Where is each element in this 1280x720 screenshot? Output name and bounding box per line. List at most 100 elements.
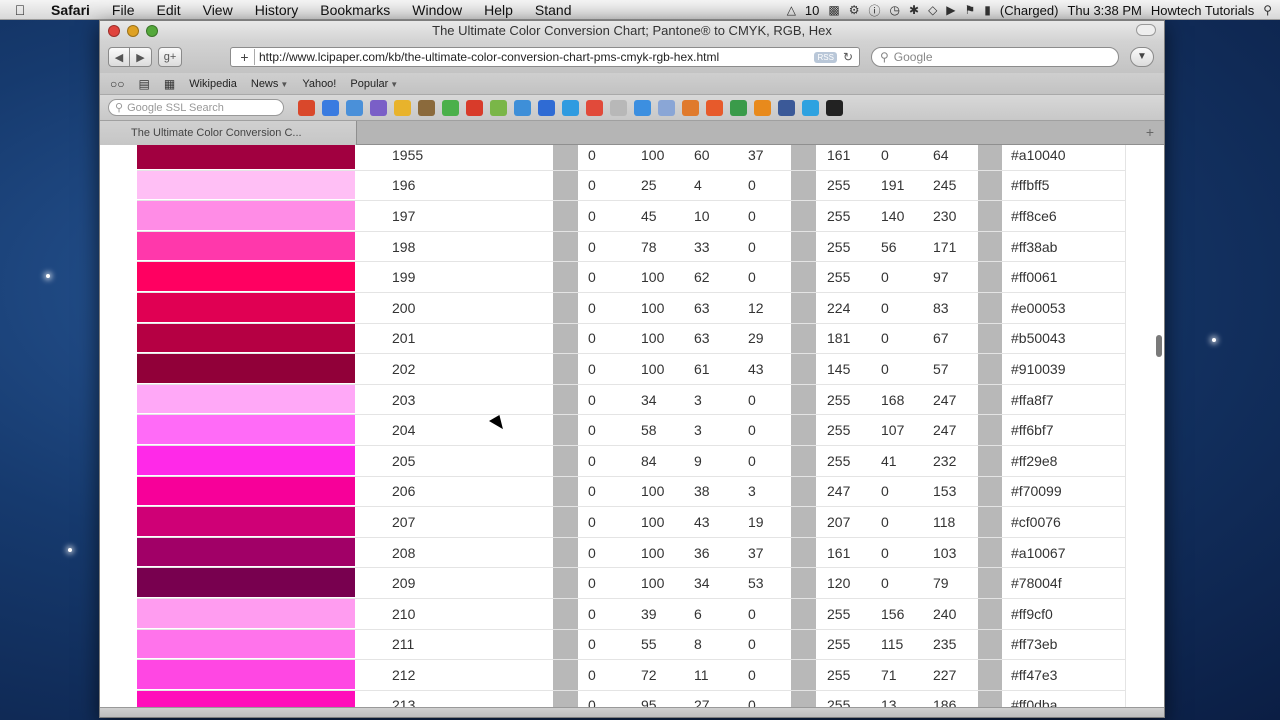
adobe-icon[interactable]: △ bbox=[787, 3, 796, 17]
battery-icon[interactable]: ▮ bbox=[984, 3, 991, 17]
battery-status[interactable]: (Charged) bbox=[1000, 3, 1059, 18]
ssl-search-input[interactable]: ⚲ Google SSL Search bbox=[108, 99, 284, 116]
forward-button[interactable]: ▶ bbox=[130, 47, 152, 67]
apple-menu-icon[interactable]:  bbox=[0, 2, 40, 18]
column-divider bbox=[791, 445, 816, 476]
address-bar[interactable]: + http://www.lcipaper.com/kb/the-ultimat… bbox=[230, 47, 860, 67]
reading-list-icon[interactable]: ○○ bbox=[110, 77, 125, 91]
cmyk-m: 100 bbox=[641, 269, 665, 286]
extension-icon[interactable] bbox=[322, 99, 339, 116]
search-field[interactable]: ⚲ Google bbox=[871, 47, 1119, 67]
toolbar-toggle-button[interactable] bbox=[1136, 24, 1156, 36]
extension-icon[interactable] bbox=[418, 99, 435, 116]
flag-icon[interactable]: ⚑ bbox=[965, 3, 976, 17]
info-icon[interactable]: ⓘ bbox=[869, 2, 881, 19]
back-button[interactable]: ◀ bbox=[108, 47, 130, 67]
extension-icon[interactable] bbox=[586, 99, 603, 116]
cmyk-c: 0 bbox=[588, 207, 596, 224]
extension-icon[interactable] bbox=[394, 99, 411, 116]
extension-icon[interactable] bbox=[682, 99, 699, 116]
extension-icon[interactable] bbox=[802, 99, 819, 116]
menu-window[interactable]: Window bbox=[401, 2, 473, 18]
url-field[interactable]: http://www.lcipaper.com/kb/the-ultimate-… bbox=[259, 50, 814, 64]
page-content[interactable]: 1955 0 100 60 37 161 0 64 #a10040 196 0 25 4 0 255 191 2… bbox=[100, 145, 1164, 716]
menu-bar:  Safari File Edit View History Bookmark… bbox=[0, 0, 1280, 20]
extension-icon[interactable] bbox=[466, 99, 483, 116]
google-plus-button[interactable]: g+ bbox=[158, 47, 182, 67]
extension-icon[interactable] bbox=[706, 99, 723, 116]
menu-bookmarks[interactable]: Bookmarks bbox=[309, 2, 401, 18]
extension-icon[interactable] bbox=[826, 99, 843, 116]
color-swatch bbox=[137, 262, 355, 292]
extension-icon[interactable] bbox=[514, 99, 531, 116]
extension-icon[interactable] bbox=[538, 99, 555, 116]
menu-app-name[interactable]: Safari bbox=[40, 2, 101, 18]
bluetooth-icon[interactable]: ✱ bbox=[909, 3, 919, 17]
bookmark-popular[interactable]: Popular ▼ bbox=[350, 78, 398, 90]
extension-icon[interactable] bbox=[730, 99, 747, 116]
column-divider bbox=[553, 292, 578, 323]
menu-edit[interactable]: Edit bbox=[145, 2, 191, 18]
nav-buttons: ◀ ▶ bbox=[108, 47, 152, 67]
volume-icon[interactable]: ▶ bbox=[946, 3, 955, 17]
bookmark-news[interactable]: News ▼ bbox=[251, 78, 288, 90]
zoom-button[interactable] bbox=[146, 25, 158, 37]
extension-icon[interactable] bbox=[658, 99, 675, 116]
new-tab-icon[interactable]: + bbox=[1146, 124, 1154, 140]
menu-view[interactable]: View bbox=[192, 2, 244, 18]
extension-icon[interactable] bbox=[346, 99, 363, 116]
status-count[interactable]: 10 bbox=[805, 3, 819, 18]
extension-icon[interactable] bbox=[754, 99, 771, 116]
wifi-icon[interactable]: ◇ bbox=[928, 3, 937, 17]
color-swatch bbox=[137, 476, 355, 507]
cmyk-y: 61 bbox=[694, 360, 710, 377]
extension-icon[interactable] bbox=[370, 99, 387, 116]
spotlight-search-icon[interactable]: ⚲ bbox=[1263, 3, 1272, 17]
scrollbar-thumb[interactable] bbox=[1156, 335, 1162, 357]
downloads-button[interactable]: ▼ bbox=[1130, 47, 1154, 67]
color-swatch bbox=[137, 568, 355, 598]
cmyk-y: 33 bbox=[694, 238, 710, 255]
pantone-code: 206 bbox=[392, 483, 416, 500]
extension-icon[interactable] bbox=[562, 99, 579, 116]
rss-badge[interactable]: RSS bbox=[814, 51, 837, 63]
pantone-code: 199 bbox=[392, 269, 416, 286]
extension-icon[interactable] bbox=[634, 99, 651, 116]
column-divider bbox=[553, 660, 578, 690]
rgb-b: 118 bbox=[933, 513, 956, 530]
rgb-r: 255 bbox=[827, 207, 851, 224]
extension-icon[interactable] bbox=[490, 99, 507, 116]
extension-icon[interactable] bbox=[298, 99, 315, 116]
color-swatch bbox=[137, 170, 355, 201]
close-button[interactable] bbox=[108, 25, 120, 37]
top-sites-icon[interactable]: ▦ bbox=[164, 77, 175, 91]
minimize-button[interactable] bbox=[127, 25, 139, 37]
bookmarks-book-icon[interactable]: ▤ bbox=[139, 77, 150, 91]
extension-icon[interactable] bbox=[778, 99, 795, 116]
bookmark-yahoo[interactable]: Yahoo! bbox=[302, 78, 336, 90]
gear-icon[interactable]: ⚙ bbox=[849, 3, 860, 17]
cmyk-c: 0 bbox=[588, 360, 596, 377]
column-divider bbox=[553, 354, 578, 384]
rgb-b: 245 bbox=[933, 177, 957, 194]
column-divider bbox=[978, 201, 1002, 231]
column-divider bbox=[978, 262, 1002, 292]
camera-icon[interactable]: ▩ bbox=[828, 3, 839, 17]
pantone-code: 203 bbox=[392, 391, 416, 408]
extension-icon[interactable] bbox=[442, 99, 459, 116]
menu-file[interactable]: File bbox=[101, 2, 146, 18]
menu-help[interactable]: Help bbox=[473, 2, 524, 18]
time-machine-icon[interactable]: ◷ bbox=[890, 3, 900, 17]
extension-icon[interactable] bbox=[610, 99, 627, 116]
column-divider bbox=[1125, 323, 1126, 354]
user-name[interactable]: Howtech Tutorials bbox=[1151, 3, 1254, 18]
menu-stand[interactable]: Stand bbox=[524, 2, 583, 18]
cmyk-y: 3 bbox=[694, 422, 702, 439]
clock[interactable]: Thu 3:38 PM bbox=[1067, 3, 1141, 18]
add-bookmark-icon[interactable]: + bbox=[235, 49, 255, 65]
menu-history[interactable]: History bbox=[244, 2, 310, 18]
reload-icon[interactable]: ↻ bbox=[843, 50, 853, 64]
bookmark-wikipedia[interactable]: Wikipedia bbox=[189, 78, 237, 90]
tab-active[interactable]: The Ultimate Color Conversion C... bbox=[100, 121, 357, 145]
table-row: 205 0 84 9 0 255 41 232 #ff29e8 bbox=[137, 445, 1126, 477]
